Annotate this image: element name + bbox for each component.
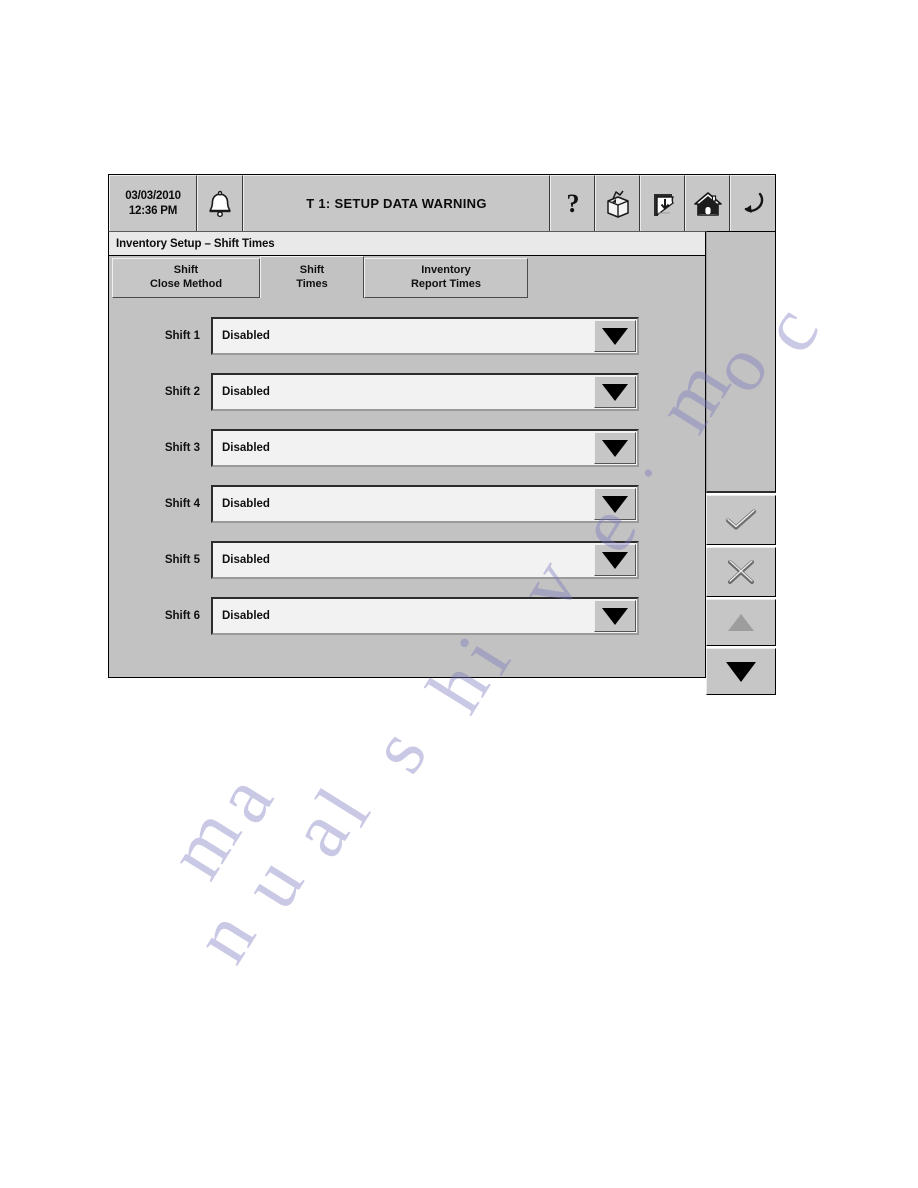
scroll-down-button[interactable] [706, 648, 776, 695]
shift-5-dropdown-arrow[interactable] [594, 544, 636, 576]
shift-5-dropdown[interactable]: Disabled [211, 541, 639, 579]
triangle-down-icon [602, 383, 628, 401]
shift-label: Shift 3 [164, 442, 200, 454]
x-mark-icon [728, 560, 754, 584]
breadcrumb-text: Inventory Setup – Shift Times [116, 237, 275, 250]
shift-1-dropdown-arrow[interactable] [594, 320, 636, 352]
page-title-text: T 1: SETUP DATA WARNING [306, 196, 487, 211]
pos-terminal-screen: 03/03/2010 12:36 PM T 1: SETUP DATA WARN… [108, 174, 776, 695]
page-title: T 1: SETUP DATA WARNING [243, 175, 550, 231]
date-text: 03/03/2010 [125, 190, 181, 203]
shift-label: Shift 6 [164, 610, 200, 622]
accept-button[interactable] [706, 495, 776, 545]
svg-text:?: ? [566, 189, 579, 218]
triangle-down-icon [602, 607, 628, 625]
triangle-down-icon [726, 661, 756, 682]
checkmark-icon [725, 509, 757, 530]
rail-empty-area [706, 231, 776, 493]
help-button[interactable]: ? [550, 175, 595, 231]
triangle-up-icon [728, 614, 754, 631]
tab-shift-times[interactable]: Shift Times [260, 256, 364, 298]
shift-row: Shift 3 Disabled [109, 420, 705, 476]
triangle-down-icon [602, 439, 628, 457]
shift-label: Shift 5 [164, 554, 200, 566]
shift-label: Shift 1 [164, 330, 200, 342]
tab-inventory-report-times[interactable]: Inventory Report Times [364, 258, 528, 298]
return-arrow-icon [744, 192, 764, 213]
shift-row: Shift 6 Disabled [109, 588, 705, 644]
shift-label: Shift 4 [164, 498, 200, 510]
shift-row: Shift 1 Disabled [109, 308, 705, 364]
tab-shift-close-method[interactable]: Shift Close Method [112, 258, 260, 298]
breadcrumb: Inventory Setup – Shift Times [108, 231, 706, 256]
shift-4-dropdown[interactable]: Disabled [211, 485, 639, 523]
triangle-down-icon [602, 495, 628, 513]
shift-6-dropdown-arrow[interactable] [594, 600, 636, 632]
tab-label-line1: Shift [173, 264, 199, 277]
shift-4-value: Disabled [222, 498, 270, 510]
scroll-up-button[interactable] [706, 599, 776, 646]
shift-2-value: Disabled [222, 386, 270, 398]
shift-6-dropdown[interactable]: Disabled [211, 597, 639, 635]
time-text: 12:36 PM [128, 204, 178, 217]
shift-1-value: Disabled [222, 330, 270, 342]
tab-label-line1: Inventory [421, 264, 471, 277]
shift-3-dropdown[interactable]: Disabled [211, 429, 639, 467]
cancel-button[interactable] [706, 547, 776, 597]
top-status-bar: 03/03/2010 12:36 PM T 1: SETUP DATA WARN… [108, 174, 776, 231]
shift-times-panel: Shift 1 Disabled Shift 2 Disabled Shift … [108, 298, 706, 678]
tab-bar: Shift Close Method Shift Times Inventory… [108, 256, 706, 298]
triangle-down-icon [602, 327, 628, 345]
side-action-rail [706, 231, 776, 695]
shift-6-value: Disabled [222, 610, 270, 622]
shift-5-value: Disabled [222, 554, 270, 566]
receipt-printout-icon [653, 193, 674, 216]
tab-label-line1: Shift [299, 263, 325, 276]
shift-label: Shift 2 [164, 386, 200, 398]
open-box-icon [606, 190, 629, 218]
shift-row: Shift 4 Disabled [109, 476, 705, 532]
shift-1-dropdown[interactable]: Disabled [211, 317, 639, 355]
back-button[interactable] [730, 175, 775, 231]
shift-row: Shift 2 Disabled [109, 364, 705, 420]
datetime-display: 03/03/2010 12:36 PM [109, 175, 197, 231]
shift-row: Shift 5 Disabled [109, 532, 705, 588]
triangle-down-icon [602, 551, 628, 569]
shift-2-dropdown-arrow[interactable] [594, 376, 636, 408]
home-button[interactable] [685, 175, 730, 231]
print-report-button[interactable] [640, 175, 685, 231]
question-mark-icon: ? [566, 189, 579, 218]
shift-4-dropdown-arrow[interactable] [594, 488, 636, 520]
shift-3-value: Disabled [222, 442, 270, 454]
tab-label-line2: Report Times [410, 278, 482, 290]
bell-icon [209, 190, 231, 217]
inventory-button[interactable] [595, 175, 640, 231]
tab-label-line2: Close Method [149, 278, 223, 290]
shift-2-dropdown[interactable]: Disabled [211, 373, 639, 411]
shift-3-dropdown-arrow[interactable] [594, 432, 636, 464]
tab-label-line2: Times [296, 277, 328, 290]
home-icon [693, 191, 722, 216]
alarm-button[interactable] [197, 175, 243, 231]
